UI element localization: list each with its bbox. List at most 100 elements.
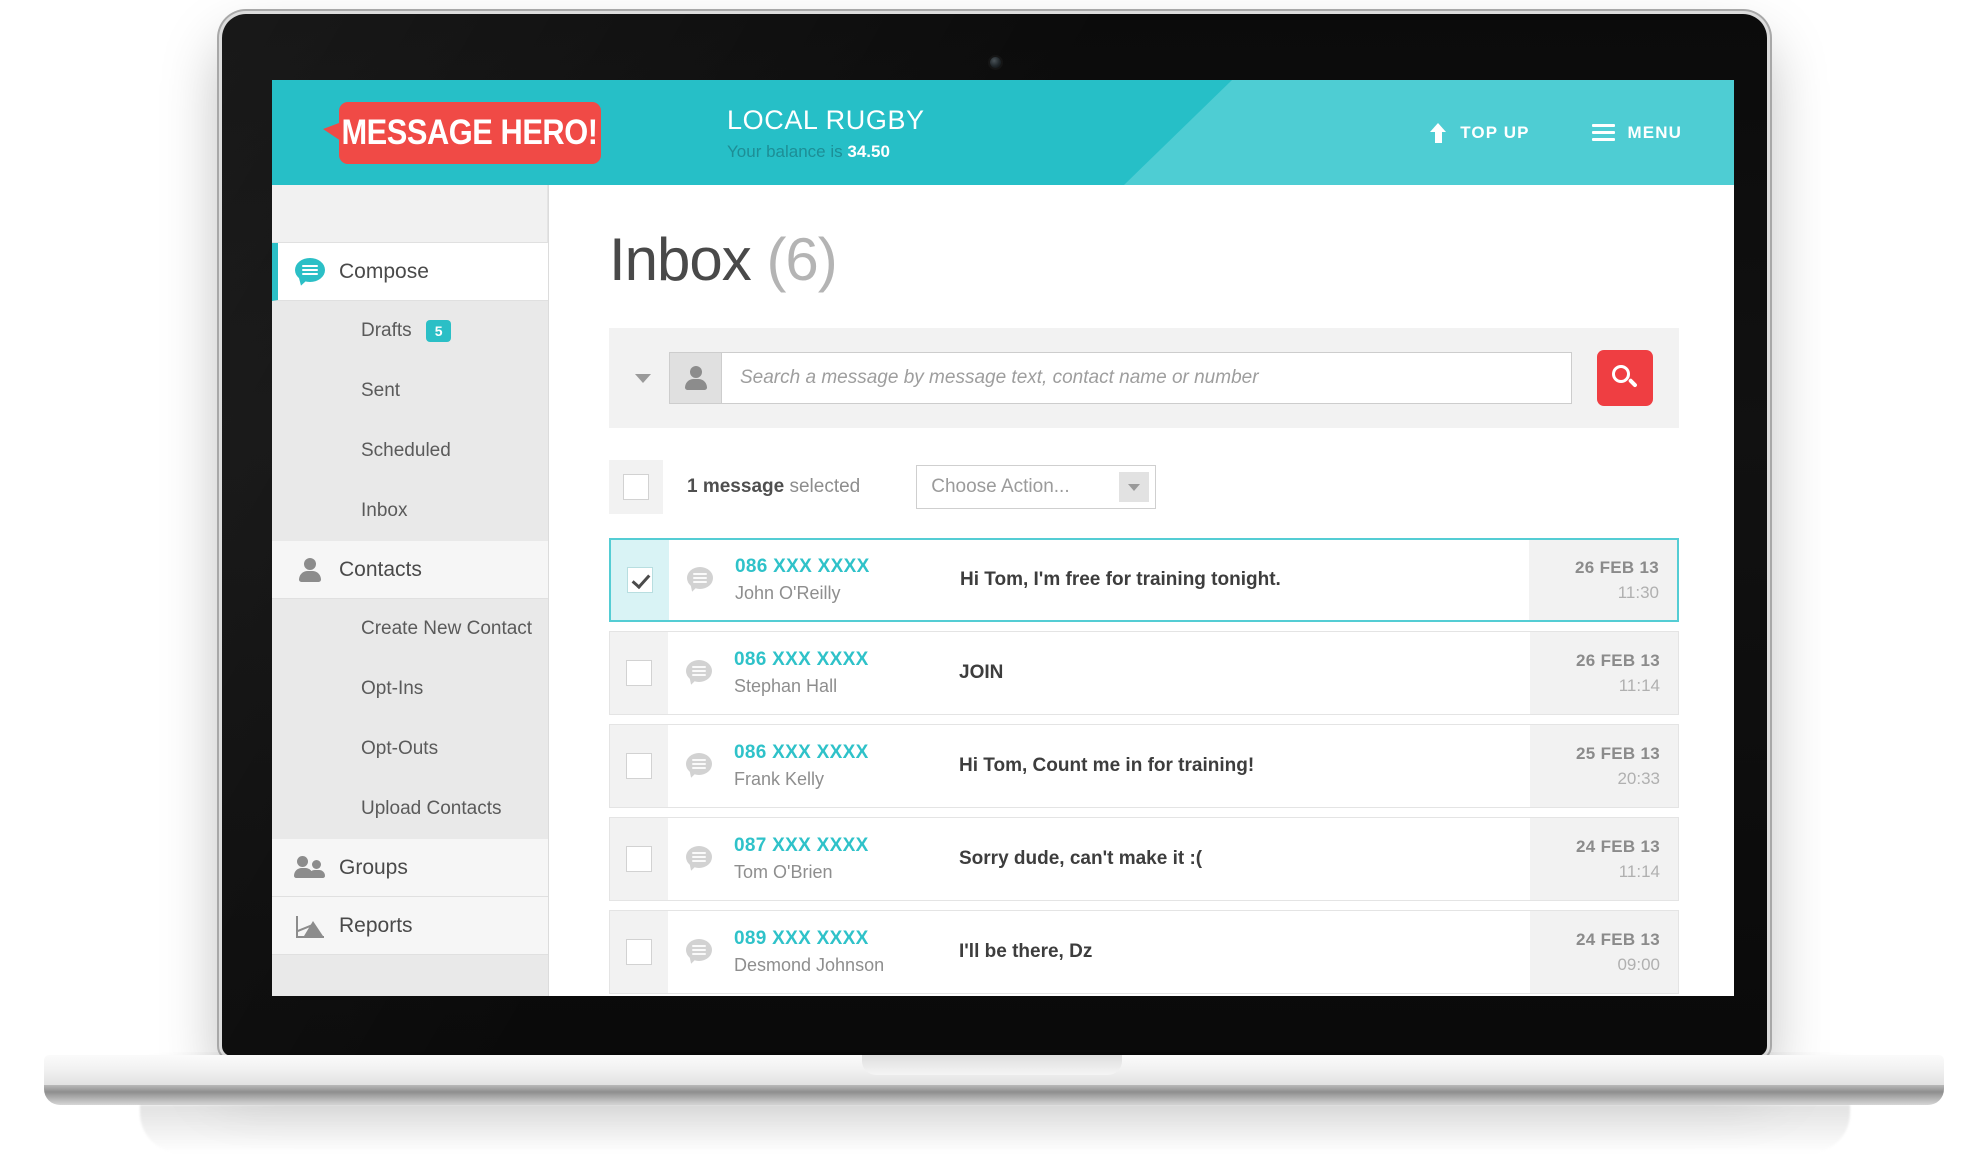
page-title-text: Inbox [609, 226, 752, 293]
compose-icon [289, 257, 331, 287]
message-time: 11:14 [1618, 675, 1660, 695]
table-row[interactable]: 089 XXX XXXX Desmond Johnson I'll be the… [609, 910, 1679, 994]
row-checkbox[interactable] [610, 818, 668, 900]
row-checkbox[interactable] [610, 632, 668, 714]
account-info: LOCAL RUGBY Your balance is 34.50 [727, 105, 925, 162]
sidebar-item-sent[interactable]: Sent [272, 361, 548, 421]
row-timestamp: 24 FEB 13 11:14 [1530, 818, 1678, 900]
table-row[interactable]: 087 XXX XXXX Tom O'Brien Sorry dude, can… [609, 817, 1679, 901]
message-time: 11:30 [1617, 582, 1659, 602]
sidebar-item-label: Create New Contact [361, 618, 533, 639]
row-timestamp: 24 FEB 13 09:00 [1530, 911, 1678, 993]
sidebar-item-label: Opt-Outs [361, 738, 439, 759]
checkbox-box [626, 939, 652, 965]
contact-name: Frank Kelly [734, 769, 825, 789]
sidebar-item-opt-outs[interactable]: Opt-Outs [272, 719, 548, 779]
select-all-checkbox[interactable] [609, 460, 663, 514]
row-content: 087 XXX XXXX Tom O'Brien Sorry dude, can… [668, 818, 1530, 900]
search-panel [609, 328, 1679, 428]
sidebar-item-label: Sent [361, 380, 401, 401]
row-timestamp: 26 FEB 13 11:14 [1530, 632, 1678, 714]
sidebar-item-label: Contacts [339, 557, 422, 581]
contact-name: Tom O'Brien [734, 862, 833, 882]
selected-suffix: selected [789, 476, 861, 497]
sidebar-item-label: Opt-Ins [361, 678, 424, 699]
balance-prefix: Your balance is [727, 142, 843, 161]
app-logo[interactable]: MESSAGE HERO! [317, 102, 601, 164]
row-checkbox[interactable] [610, 911, 668, 993]
person-icon [289, 557, 331, 583]
row-contact: 086 XXX XXXX Frank Kelly [734, 742, 959, 790]
top-up-button[interactable]: TOP UP [1430, 122, 1530, 143]
app-body: Compose Drafts 5 Sent Scheduled Inbox Co… [272, 185, 1734, 996]
sidebar-item-drafts[interactable]: Drafts 5 [272, 301, 548, 361]
sidebar-item-upload-contacts[interactable]: Upload Contacts [272, 779, 548, 839]
sidebar-item-compose[interactable]: Compose [272, 243, 548, 301]
message-time: 20:33 [1617, 768, 1660, 788]
sidebar-item-label: Upload Contacts [361, 798, 502, 819]
menu-button[interactable]: MENU [1591, 123, 1682, 143]
logo-bubble: MESSAGE HERO! [339, 102, 601, 164]
sidebar-item-label: Drafts [361, 320, 412, 341]
sidebar-item-label: Groups [339, 855, 408, 879]
sidebar-item-inbox[interactable]: Inbox [272, 481, 548, 541]
sidebar-item-reports[interactable]: Reports [272, 897, 548, 955]
row-contact: 086 XXX XXXX John O'Reilly [735, 556, 960, 604]
search-filter-caret-icon[interactable] [635, 373, 651, 383]
sidebar-item-create-new-contact[interactable]: Create New Contact [272, 599, 548, 659]
sidebar-item-label: Scheduled [361, 440, 451, 461]
action-bar: 1 message selected Choose Action... [609, 460, 1679, 514]
message-text: Hi Tom, I'm free for training tonight. [960, 569, 1281, 590]
drafts-badge: 5 [425, 320, 452, 342]
checkbox-box [623, 474, 649, 500]
sidebar-item-contacts[interactable]: Contacts [272, 541, 548, 599]
person-icon [684, 365, 707, 391]
message-bubble-icon [686, 660, 714, 686]
search-contact-filter-button[interactable] [669, 352, 721, 404]
search-input[interactable] [721, 352, 1572, 404]
screen: MESSAGE HERO! LOCAL RUGBY Your balance i… [272, 80, 1734, 996]
table-row[interactable]: 086 XXX XXXX John O'Reilly Hi Tom, I'm f… [609, 538, 1679, 622]
choose-action-label: Choose Action... [931, 476, 1070, 497]
row-content: 086 XXX XXXX Frank Kelly Hi Tom, Count m… [668, 725, 1530, 807]
account-name: LOCAL RUGBY [727, 105, 925, 135]
header-actions: TOP UP MENU [1430, 80, 1682, 185]
message-date: 24 FEB 13 [1576, 929, 1660, 949]
row-contact: 089 XXX XXXX Desmond Johnson [734, 928, 959, 976]
logo-text: MESSAGE HERO! [341, 113, 599, 152]
choose-action-dropdown[interactable]: Choose Action... [916, 465, 1157, 509]
contact-number: 086 XXX XXXX [734, 742, 869, 763]
sidebar-item-groups[interactable]: Groups [272, 839, 548, 897]
row-contact: 086 XXX XXXX Stephan Hall [734, 649, 959, 697]
arrow-up-icon [1430, 122, 1447, 143]
laptop-base-notch [862, 1055, 1122, 1075]
checkbox-box [626, 753, 652, 779]
page-title: Inbox (6) [609, 225, 1679, 294]
message-bubble-icon [687, 567, 715, 593]
message-bubble-icon [686, 846, 714, 872]
row-contact: 087 XXX XXXX Tom O'Brien [734, 835, 959, 883]
webcam-icon [989, 57, 1001, 68]
message-date: 25 FEB 13 [1576, 743, 1660, 763]
row-checkbox[interactable] [611, 540, 669, 620]
top-up-label: TOP UP [1460, 122, 1530, 142]
sidebar: Compose Drafts 5 Sent Scheduled Inbox Co… [272, 185, 549, 996]
search-submit-button[interactable] [1597, 350, 1653, 406]
message-time: 09:00 [1617, 954, 1660, 974]
message-bubble-icon [686, 939, 714, 965]
table-row[interactable]: 086 XXX XXXX Frank Kelly Hi Tom, Count m… [609, 724, 1679, 808]
row-timestamp: 26 FEB 13 11:30 [1529, 540, 1677, 620]
hamburger-icon [1591, 124, 1615, 141]
selected-count: 1 message [687, 476, 785, 497]
checkbox-box [626, 660, 652, 686]
checkbox-box [626, 846, 652, 872]
message-time: 11:14 [1618, 861, 1660, 881]
contact-number: 086 XXX XXXX [734, 649, 869, 670]
sidebar-item-opt-ins[interactable]: Opt-Ins [272, 659, 548, 719]
group-icon [289, 855, 331, 881]
message-bubble-icon [686, 753, 714, 779]
message-list: 086 XXX XXXX John O'Reilly Hi Tom, I'm f… [609, 538, 1679, 996]
row-checkbox[interactable] [610, 725, 668, 807]
table-row[interactable]: 086 XXX XXXX Stephan Hall JOIN 26 FEB 13… [609, 631, 1679, 715]
sidebar-item-scheduled[interactable]: Scheduled [272, 421, 548, 481]
